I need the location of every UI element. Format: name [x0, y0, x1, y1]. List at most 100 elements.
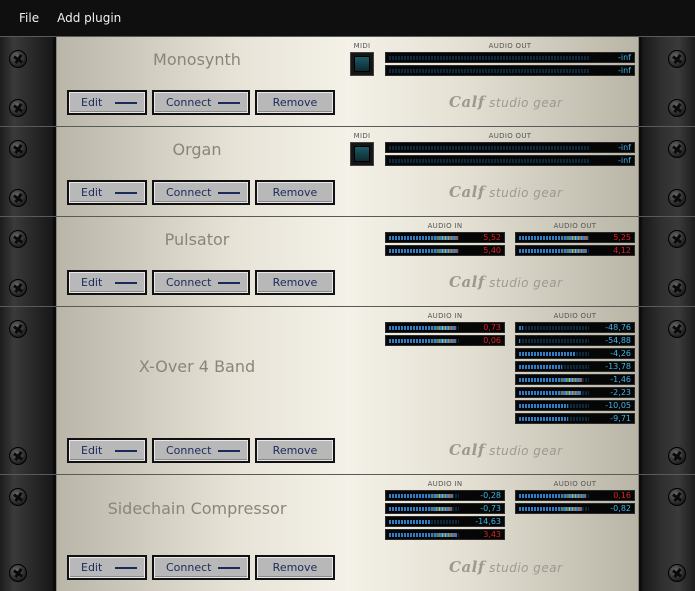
midi-label: MIDI [353, 42, 371, 50]
level-meter: -48,76 [515, 322, 635, 333]
rack-ear-left [0, 127, 56, 216]
remove-button[interactable]: Remove [255, 90, 335, 115]
meter-value: 3,43 [483, 530, 501, 539]
meter-value: 4,12 [613, 246, 631, 255]
remove-button-label: Remove [272, 444, 318, 457]
level-meter: 5,25 [515, 232, 635, 243]
calf-logo-main: Calf [449, 558, 485, 576]
screw-icon [9, 447, 27, 465]
level-meter: 5,40 [385, 245, 505, 256]
meter-fill [519, 404, 568, 408]
screw-icon [9, 50, 27, 68]
plugin-panel: X-Over 4 Band Edit Connect Remove Calf studi… [56, 307, 639, 474]
meter-fill [389, 339, 456, 343]
plugin-title: Monosynth [153, 50, 241, 69]
meter-track [519, 391, 589, 395]
meter-value: 5,40 [483, 246, 501, 255]
connect-button[interactable]: Connect [152, 90, 250, 115]
plugin-rack: Monosynth Edit Connect Remove Calf studio ge… [0, 36, 695, 591]
plugin-strip-organ: Organ Edit Connect Remove Calf studio gear MI… [0, 126, 695, 216]
edit-button[interactable]: Edit [67, 555, 147, 580]
calf-logo: Calf studio gear [449, 558, 563, 576]
screw-icon [668, 189, 686, 207]
dropdown-dash-icon [115, 192, 137, 194]
connect-button[interactable]: Connect [152, 555, 250, 580]
meter-track [389, 326, 459, 330]
menu-file[interactable]: File [10, 11, 48, 25]
meter-fill [389, 326, 456, 330]
remove-button-label: Remove [272, 276, 318, 289]
level-meter: -4,26 [515, 348, 635, 359]
remove-button[interactable]: Remove [255, 180, 335, 205]
meter-track [519, 507, 589, 511]
calf-logo: Calf studio gear [449, 441, 563, 459]
connect-button-label: Connect [166, 96, 212, 109]
screw-icon [668, 564, 686, 582]
audio-out-label: AUDIO OUT [488, 42, 532, 50]
calf-logo: Calf studio gear [449, 183, 563, 201]
screw-icon [9, 279, 27, 297]
meter-fill [519, 494, 586, 498]
audio-out-label: AUDIO OUT [553, 312, 597, 320]
level-meter: -13,78 [515, 361, 635, 372]
remove-button[interactable]: Remove [255, 555, 335, 580]
meter-value: -13,78 [605, 362, 631, 371]
screw-icon [668, 50, 686, 68]
connect-button[interactable]: Connect [152, 180, 250, 205]
meter-track [519, 339, 589, 343]
connect-button[interactable]: Connect [152, 270, 250, 295]
screw-icon [668, 140, 686, 158]
remove-button[interactable]: Remove [255, 270, 335, 295]
level-meter: -inf [385, 52, 635, 63]
meter-value: 0,73 [483, 323, 501, 332]
plugin-panel: Organ Edit Connect Remove Calf studio gear MI… [56, 127, 639, 216]
meter-fill [519, 365, 563, 369]
level-meter: -inf [385, 155, 635, 166]
edit-button-label: Edit [81, 96, 103, 109]
remove-button[interactable]: Remove [255, 438, 335, 463]
screw-icon [668, 230, 686, 248]
meter-fill [519, 339, 521, 343]
remove-button-label: Remove [272, 561, 318, 574]
calf-logo: Calf studio gear [449, 93, 563, 111]
rack-ear-left [0, 475, 56, 591]
meter-track [389, 236, 459, 240]
meter-fill [389, 494, 454, 498]
level-meter: 0,06 [385, 335, 505, 346]
dropdown-dash-icon [115, 567, 137, 569]
dropdown-dash-icon [115, 102, 137, 104]
edit-button[interactable]: Edit [67, 180, 147, 205]
meter-value: 0,16 [613, 491, 631, 500]
meter-fill [389, 249, 458, 253]
level-meter: -inf [385, 142, 635, 153]
meter-fill [389, 236, 458, 240]
menu-bar: File Add plugin [0, 0, 695, 36]
meter-value: -inf [618, 143, 631, 152]
meter-fill [519, 236, 588, 240]
meter-track [389, 339, 459, 343]
plugin-panel: Monosynth Edit Connect Remove Calf studio ge… [56, 37, 639, 126]
edit-button[interactable]: Edit [67, 438, 147, 463]
meter-fill [519, 249, 587, 253]
edit-button[interactable]: Edit [67, 270, 147, 295]
level-meter: 3,43 [385, 529, 505, 540]
audio-in-label: AUDIO IN [427, 222, 463, 230]
rack-ear-right [639, 475, 695, 591]
level-meter: -0,28 [385, 490, 505, 501]
remove-button-label: Remove [272, 96, 318, 109]
meter-value: -9,71 [610, 414, 631, 423]
meter-track [519, 494, 589, 498]
connect-button-label: Connect [166, 561, 212, 574]
screw-icon [9, 488, 27, 506]
calf-logo-sub: studio gear [489, 444, 563, 458]
screw-icon [9, 230, 27, 248]
meter-value: -0,73 [480, 504, 501, 513]
calf-logo: Calf studio gear [449, 273, 563, 291]
meter-track [519, 236, 589, 240]
connect-button[interactable]: Connect [152, 438, 250, 463]
edit-button[interactable]: Edit [67, 90, 147, 115]
meter-track [519, 326, 589, 330]
menu-add-plugin[interactable]: Add plugin [48, 11, 130, 25]
level-meter: -0,82 [515, 503, 635, 514]
meter-track [519, 417, 589, 421]
